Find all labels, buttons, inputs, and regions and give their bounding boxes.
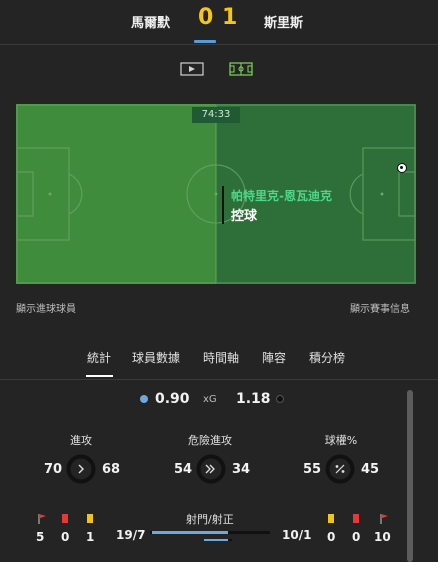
red-card-icon xyxy=(62,514,68,523)
away-corners-value: 10 xyxy=(374,530,391,544)
home-team-name[interactable]: 馬爾默 xyxy=(131,12,170,31)
stat-title-dangerous-attacks: 危險進攻 xyxy=(188,434,232,447)
home-shots-value: 19/7 xyxy=(116,528,146,542)
yellow-card-icon xyxy=(87,514,93,523)
score-underline xyxy=(194,40,216,43)
tab-timeline[interactable]: 時間軸 xyxy=(203,349,239,366)
percent-icon xyxy=(335,464,345,474)
away-shots-value: 10/1 xyxy=(282,528,312,542)
away-corner-flag-icon xyxy=(380,514,388,524)
tab-lineups[interactable]: 陣容 xyxy=(262,349,286,366)
ball-position-marker xyxy=(397,163,407,173)
chevron-right-icon xyxy=(78,464,84,474)
show-scorers-link[interactable]: 顯示進球球員 xyxy=(16,300,76,315)
scrollbar-thumb[interactable] xyxy=(407,390,413,562)
pitch-view-icon[interactable] xyxy=(229,62,253,76)
home-xg-value: 0.90 xyxy=(155,391,190,407)
stat-away-possession: 45 xyxy=(361,462,380,477)
away-team-name[interactable]: 斯里斯 xyxy=(264,12,303,31)
stat-title-attacks: 進攻 xyxy=(70,434,92,447)
xg-label: xG xyxy=(203,394,217,405)
tabs-divider xyxy=(0,379,438,380)
event-player-name: 帕特里克-恩瓦迪克 xyxy=(231,189,332,203)
away-xg-dot xyxy=(276,395,284,403)
corner-flag-icon xyxy=(38,514,46,524)
event-marker-line xyxy=(222,186,224,224)
stat-home-attacks: 70 xyxy=(44,462,63,477)
away-yellow-card-icon xyxy=(328,514,334,523)
stat-home-possession: 55 xyxy=(303,462,322,477)
tab-standings[interactable]: 積分榜 xyxy=(309,349,345,366)
pitch-view xyxy=(16,104,416,284)
home-corners-value: 5 xyxy=(36,530,45,544)
match-header xyxy=(0,0,438,45)
tab-stats[interactable]: 統計 xyxy=(87,349,111,366)
video-icon[interactable] xyxy=(180,62,204,76)
home-xg-dot xyxy=(140,395,148,403)
match-clock: 74:33 xyxy=(192,107,240,123)
show-match-info-link[interactable]: 顯示賽事信息 xyxy=(350,300,410,315)
active-tab-indicator xyxy=(86,375,113,377)
away-yellow-cards-value: 0 xyxy=(327,530,336,544)
shots-label: 射門/射正 xyxy=(186,513,234,526)
stat-away-attacks: 68 xyxy=(102,462,121,477)
stat-home-dangerous-attacks: 54 xyxy=(174,462,193,477)
home-score: 0 xyxy=(198,5,214,30)
stat-title-possession: 球權% xyxy=(324,434,358,447)
double-chevron-right-icon xyxy=(205,464,215,474)
home-red-cards-value: 0 xyxy=(61,530,70,544)
away-red-cards-value: 0 xyxy=(352,530,361,544)
event-type: 控球 xyxy=(231,209,258,224)
away-red-card-icon xyxy=(353,514,359,523)
shots-comparison-bar xyxy=(150,531,270,541)
home-yellow-cards-value: 1 xyxy=(86,530,95,544)
tab-player-data[interactable]: 球員數據 xyxy=(132,349,180,366)
away-xg-value: 1.18 xyxy=(236,391,271,407)
away-score: 1 xyxy=(222,5,238,30)
stat-away-dangerous-attacks: 34 xyxy=(232,462,251,477)
